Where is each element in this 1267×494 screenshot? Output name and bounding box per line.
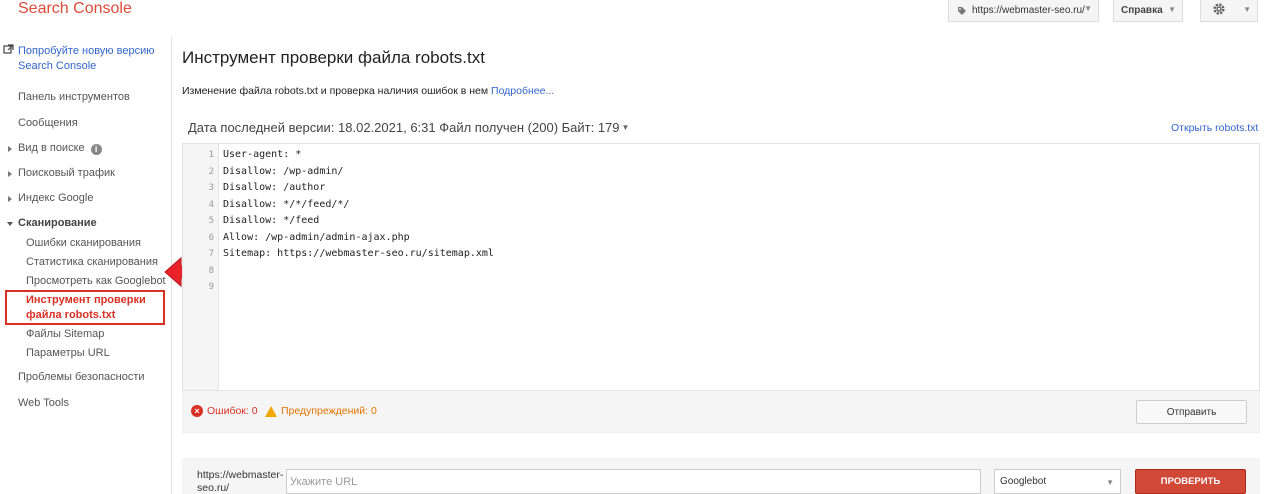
chevron-down-icon: ▼ [1084, 4, 1092, 13]
errors-label: Ошибок: 0 [207, 405, 258, 417]
submit-button[interactable]: Отправить [1136, 400, 1247, 424]
sidebar-item-google-index[interactable]: Индекс Google [7, 192, 93, 204]
sidebar-item-dashboard[interactable]: Панель инструментов [18, 91, 130, 103]
chevron-down-icon: ▼ [621, 123, 630, 132]
error-icon: × [191, 405, 203, 417]
line-number: 3 [208, 183, 214, 193]
gear-icon [1212, 2, 1226, 19]
url-test-bar: https://webmaster- seo.ru/ Укажите URL G… [182, 458, 1260, 494]
line-number: 1 [208, 150, 214, 160]
top-bar: Search Console https://webmaster-seo.ru/… [0, 0, 1267, 28]
url-input[interactable]: Укажите URL [286, 469, 981, 494]
status-bar: × Ошибок: 0 Предупреждений: 0 Отправить [182, 391, 1260, 433]
site-selector[interactable]: https://webmaster-seo.ru/ ▼ [948, 0, 1099, 22]
open-robots-link[interactable]: Открыть robots.txt [1171, 122, 1258, 134]
sidebar-subitem-url-parameters[interactable]: Параметры URL [26, 347, 110, 359]
more-link[interactable]: Подробнее... [491, 85, 554, 97]
line-number: 8 [208, 265, 214, 276]
error-count: × Ошибок: 0 [191, 405, 258, 417]
tag-icon [957, 6, 967, 16]
code-line: Disallow: /wp-admin/ [223, 165, 344, 177]
sidebar-item-web-tools[interactable]: Web Tools [18, 397, 69, 409]
help-button[interactable]: Справка ▼ [1113, 0, 1183, 22]
selected-bot: Googlebot [1000, 476, 1047, 487]
code-line: Disallow: */feed [223, 215, 320, 226]
settings-button[interactable]: ▼ [1200, 0, 1258, 22]
warnings-label: Предупреждений: 0 [281, 405, 377, 417]
code-line: Sitemap: https://webmaster-seo.ru/sitema… [223, 248, 494, 259]
chevron-down-icon: ▼ [1243, 5, 1251, 14]
sidebar-subitem-sitemaps[interactable]: Файлы Sitemap [26, 328, 104, 340]
external-link-icon [3, 44, 14, 55]
version-info: Дата последней версии: 18.02.2021, 6:31 … [188, 120, 620, 135]
sidebar-item-search-appearance[interactable]: Вид в поиске i [8, 142, 102, 155]
prefix-line-1: https://webmaster- [197, 469, 284, 481]
check-button[interactable]: ПРОВЕРИТЬ [1135, 469, 1246, 494]
sidebar: Попробуйте новую версию Search Console П… [0, 36, 172, 494]
chevron-down-icon: ▼ [1106, 478, 1114, 487]
active-line-1: Инструмент проверки [26, 294, 146, 306]
code-line: User-agent: * [223, 149, 302, 160]
site-prefix-label: https://webmaster- seo.ru/ [197, 469, 287, 494]
robots-editor[interactable]: 1 2 3 4 5 6 7 8 9 User-agent: * Disallow… [182, 143, 1260, 391]
site-url: https://webmaster-seo.ru/ [972, 5, 1085, 16]
sidebar-item-crawl[interactable]: Сканирование [7, 217, 97, 229]
sidebar-item-search-traffic[interactable]: Поисковый трафик [8, 167, 115, 179]
version-dropdown[interactable]: Дата последней версии: 18.02.2021, 6:31 … [188, 120, 629, 135]
line-number: 9 [208, 282, 214, 292]
prefix-line-2: seo.ru/ [197, 482, 230, 494]
brand-logo[interactable]: Search Console [18, 0, 132, 18]
description-text: Изменение файла robots.txt и проверка на… [182, 85, 489, 97]
line-number: 5 [208, 216, 214, 226]
sidebar-subitem-robots-tester[interactable]: Инструмент проверки файла robots.txt [26, 293, 146, 323]
sidebar-subitem-fetch-as-googlebot[interactable]: Просмотреть как Googlebot [26, 275, 166, 287]
sidebar-item-label: Вид в поиске [18, 142, 85, 154]
page-description: Изменение файла robots.txt и проверка на… [182, 85, 554, 97]
promo-line-2: Search Console [18, 60, 97, 72]
sidebar-item-security-issues[interactable]: Проблемы безопасности [18, 371, 145, 383]
chevron-down-icon: ▼ [1168, 5, 1176, 14]
help-label: Справка [1121, 5, 1163, 16]
warning-icon [265, 405, 277, 417]
code-line: Allow: /wp-admin/admin-ajax.php [223, 231, 410, 243]
warning-count: Предупреждений: 0 [265, 405, 377, 417]
active-line-2: файла robots.txt [26, 309, 116, 321]
line-number: 7 [208, 249, 214, 259]
line-number: 4 [208, 199, 214, 210]
line-number: 2 [208, 166, 214, 177]
page-title: Инструмент проверки файла robots.txt [182, 48, 485, 67]
sidebar-subitem-crawl-stats[interactable]: Статистика сканирования [26, 256, 158, 268]
code-line: Disallow: /author [223, 182, 326, 193]
line-gutter: 1 2 3 4 5 6 7 8 9 [183, 144, 219, 390]
info-icon[interactable]: i [90, 144, 102, 155]
sidebar-item-messages[interactable]: Сообщения [18, 117, 78, 129]
line-number: 6 [208, 232, 214, 243]
code-line: Disallow: */*/feed/*/ [223, 198, 350, 210]
sidebar-subitem-crawl-errors[interactable]: Ошибки сканирования [26, 237, 141, 249]
user-agent-select[interactable]: Googlebot ▼ [994, 469, 1121, 494]
try-new-version-link[interactable]: Попробуйте новую версию Search Console [18, 44, 166, 74]
promo-line-1: Попробуйте новую версию [18, 45, 155, 57]
